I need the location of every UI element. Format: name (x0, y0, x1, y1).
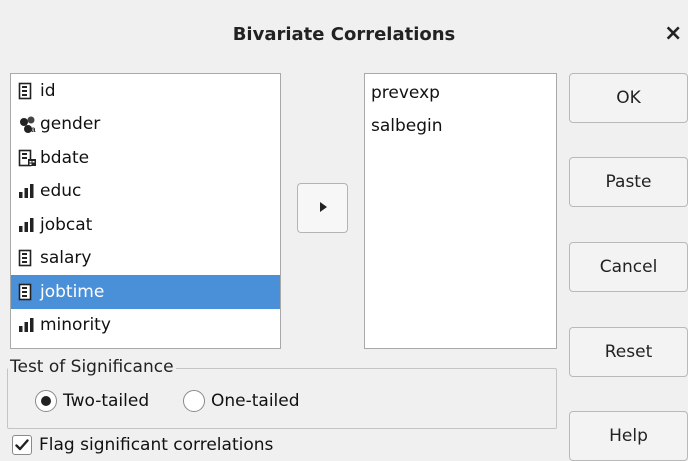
variable-item-jobtime[interactable]: jobtime (11, 275, 280, 309)
paste-button[interactable]: Paste (569, 157, 688, 207)
variable-label: minority (40, 315, 111, 336)
close-button[interactable]: × (664, 21, 682, 46)
flag-significant-label: Flag significant correlations (39, 435, 274, 455)
ok-button[interactable]: OK (569, 73, 688, 123)
variable-label: salary (40, 248, 92, 269)
significance-legend: Test of Significance (8, 356, 176, 378)
date-variable-icon (18, 148, 38, 168)
one-tailed-label: One-tailed (211, 391, 300, 411)
ordinal-variable-icon (18, 215, 38, 235)
variable-item-bdate[interactable]: bdate (11, 141, 280, 175)
variable-label: jobcat (40, 214, 93, 235)
variable-label: educ (40, 181, 82, 202)
title-bar: Bivariate Correlations × (0, 0, 688, 64)
arrow-right-icon (318, 198, 328, 218)
reset-button[interactable]: Reset (569, 327, 688, 377)
checkmark-icon (12, 435, 32, 455)
variable-item-id[interactable]: id (11, 74, 280, 108)
flag-significant-checkbox[interactable]: Flag significant correlations (12, 435, 273, 455)
dialog-title: Bivariate Correlations (232, 24, 456, 45)
scale-variable-icon (18, 282, 38, 302)
nominal-variable-icon: a (18, 114, 38, 134)
scale-variable-icon (18, 248, 38, 268)
scale-variable-icon (18, 81, 38, 101)
radio-unselected-icon (183, 390, 205, 412)
two-tailed-label: Two-tailed (63, 391, 150, 411)
move-variable-button[interactable] (297, 183, 348, 233)
variable-label: id (40, 80, 56, 101)
target-variable-item[interactable]: salbegin (365, 110, 556, 144)
variable-label: gender (40, 114, 101, 135)
radio-selected-icon (35, 390, 57, 412)
target-variable-list[interactable]: prevexp salbegin (364, 73, 557, 349)
svg-text:a: a (31, 125, 36, 133)
one-tailed-radio[interactable]: One-tailed (183, 390, 300, 412)
cancel-button[interactable]: Cancel (569, 242, 688, 292)
variable-item-jobcat[interactable]: jobcat (11, 208, 280, 242)
variable-label: bdate (40, 147, 90, 168)
variable-item-gender[interactable]: a gender (11, 108, 280, 142)
variable-label: jobtime (40, 281, 105, 302)
target-variable-item[interactable]: prevexp (365, 76, 556, 110)
two-tailed-radio[interactable]: Two-tailed (35, 390, 149, 412)
variable-item-educ[interactable]: educ (11, 175, 280, 209)
ordinal-variable-icon (18, 181, 38, 201)
help-button[interactable]: Help (569, 411, 688, 461)
variable-item-minority[interactable]: minority (11, 309, 280, 343)
ordinal-variable-icon (18, 315, 38, 335)
source-variable-list[interactable]: id a gender bdate educ jobcat salary job… (10, 73, 281, 349)
variable-item-salary[interactable]: salary (11, 242, 280, 276)
